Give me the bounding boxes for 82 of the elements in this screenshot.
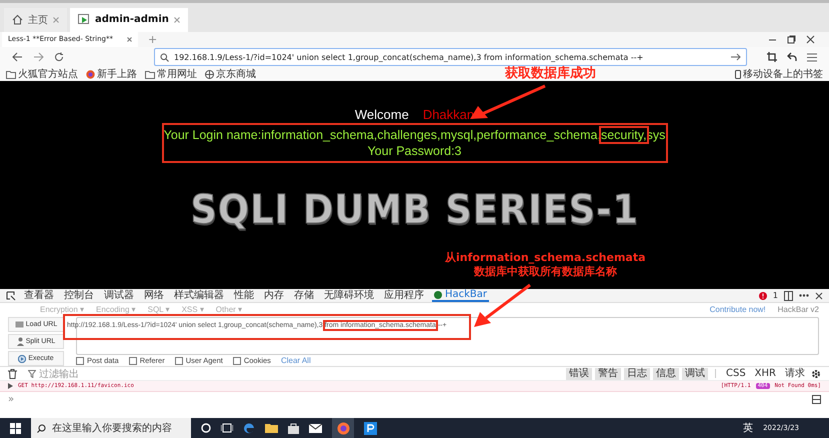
console-prompt: » xyxy=(8,395,14,406)
error-icon[interactable] xyxy=(758,292,767,300)
folder-icon xyxy=(6,70,16,79)
annotation-text: 从information_schema.schemata 数据库中获取所有数据库名称 xyxy=(445,251,646,280)
log-level-toggle[interactable]: 错误 xyxy=(566,368,592,380)
more-icon[interactable] xyxy=(799,294,809,298)
folder-icon[interactable] xyxy=(265,423,278,433)
devtools-tab[interactable]: 内存 xyxy=(262,289,286,302)
split-icon[interactable] xyxy=(812,395,821,404)
fox-logo-icon xyxy=(86,70,95,80)
crop-icon[interactable] xyxy=(767,52,777,62)
dot-icon xyxy=(434,290,442,299)
devtools-tab[interactable]: 应用程序 xyxy=(382,289,426,302)
reply-icon[interactable] xyxy=(787,52,797,62)
address-bar[interactable]: 192.168.1.9/Less-1/?id=1024' union select 1,group_concat(schema_name),3 from information_schema.schemata --+ xyxy=(154,48,747,66)
devtools-tab[interactable]: 无障碍环境 xyxy=(322,289,376,302)
mail-icon[interactable] xyxy=(309,424,322,432)
devtools-tab[interactable]: 控制台 xyxy=(62,289,96,302)
error-count: 1 xyxy=(772,291,778,300)
picker-icon[interactable] xyxy=(6,290,16,301)
request-type-toggle[interactable]: CSS xyxy=(722,368,749,380)
restore-icon[interactable] xyxy=(787,34,796,44)
bookmark[interactable]: 火狐官方站点 xyxy=(6,70,78,80)
welcome-text: Welcome xyxy=(354,107,409,124)
funnel-icon xyxy=(28,370,36,378)
browser-tab[interactable]: admin-admin xyxy=(70,8,188,32)
devtools-tab[interactable]: 查看器 xyxy=(22,289,56,302)
browser-tab[interactable]: 主页 xyxy=(4,8,67,32)
p-app-icon[interactable] xyxy=(364,422,377,434)
mobile-bookmarks[interactable]: 移动设备上的书签 xyxy=(735,70,823,80)
globe-icon xyxy=(205,70,214,80)
annotation-text: 获取数据库成功 xyxy=(505,64,596,82)
devtools-tab[interactable]: 网络 xyxy=(142,289,166,302)
person-icon xyxy=(16,337,24,346)
home-icon xyxy=(12,14,23,26)
close-icon[interactable] xyxy=(127,36,132,42)
forward-icon[interactable] xyxy=(33,52,44,62)
log-level-toggle[interactable]: 调试 xyxy=(682,368,708,380)
taskbar-app[interactable] xyxy=(332,418,354,438)
fox-logo-icon xyxy=(336,422,350,434)
arrow-icon[interactable] xyxy=(731,53,741,62)
tab-title: admin-admin xyxy=(95,14,169,26)
password-text: Your Password:3 xyxy=(367,143,462,160)
request-type-toggle[interactable]: XHR xyxy=(752,368,779,380)
tab-title: 主页 xyxy=(28,14,48,27)
log-level-toggle[interactable]: 日志 xyxy=(624,368,650,380)
user-name: Dhakkan xyxy=(422,107,474,124)
input-method-indicator[interactable]: 英 xyxy=(743,421,754,435)
task-view-icon[interactable] xyxy=(221,423,233,433)
trash-icon[interactable] xyxy=(8,368,17,379)
taskbar-search-field[interactable]: 在这里输入你要搜索的内容 xyxy=(31,418,191,438)
devtools-tab[interactable]: 调试器 xyxy=(102,289,136,302)
settings-icon[interactable] xyxy=(811,368,821,379)
reload-icon[interactable] xyxy=(54,52,64,62)
play-icon xyxy=(78,14,90,26)
expand-icon[interactable] xyxy=(8,383,13,390)
version-text: HackBar v2 xyxy=(778,304,819,314)
close-icon[interactable] xyxy=(806,34,815,44)
log-level-toggle[interactable]: 信息 xyxy=(652,368,679,380)
back-icon[interactable] xyxy=(12,52,23,62)
play-icon xyxy=(18,354,26,363)
bookmark[interactable]: 常用网址 xyxy=(145,70,197,80)
shopping-bag-icon[interactable] xyxy=(288,422,299,434)
devtools-tab[interactable]: 性能 xyxy=(232,289,256,302)
windows-logo-icon[interactable] xyxy=(10,422,21,434)
edge-icon[interactable] xyxy=(243,422,255,434)
devtools-tab[interactable]: 样式编辑器 xyxy=(172,289,226,302)
request-type-toggle[interactable]: 请求 xyxy=(782,368,808,380)
bookmark[interactable]: 京东商城 xyxy=(205,70,256,80)
phone-icon xyxy=(735,70,741,80)
circle-icon[interactable] xyxy=(201,423,211,433)
dock-icon[interactable] xyxy=(784,290,793,301)
clear-all-link[interactable]: Clear All xyxy=(280,356,311,366)
search-icon xyxy=(37,424,46,432)
close-icon[interactable] xyxy=(815,292,823,300)
menu-icon[interactable] xyxy=(807,52,817,62)
devtools-tab[interactable]: 存储 xyxy=(292,289,316,302)
folder-icon xyxy=(145,70,155,79)
log-level-toggle[interactable]: 警告 xyxy=(594,368,621,380)
search-icon xyxy=(160,52,169,62)
bookmark[interactable]: 新手上路 xyxy=(86,70,137,80)
series-logo: SQLI DUMB SERIES-1 xyxy=(190,187,639,234)
